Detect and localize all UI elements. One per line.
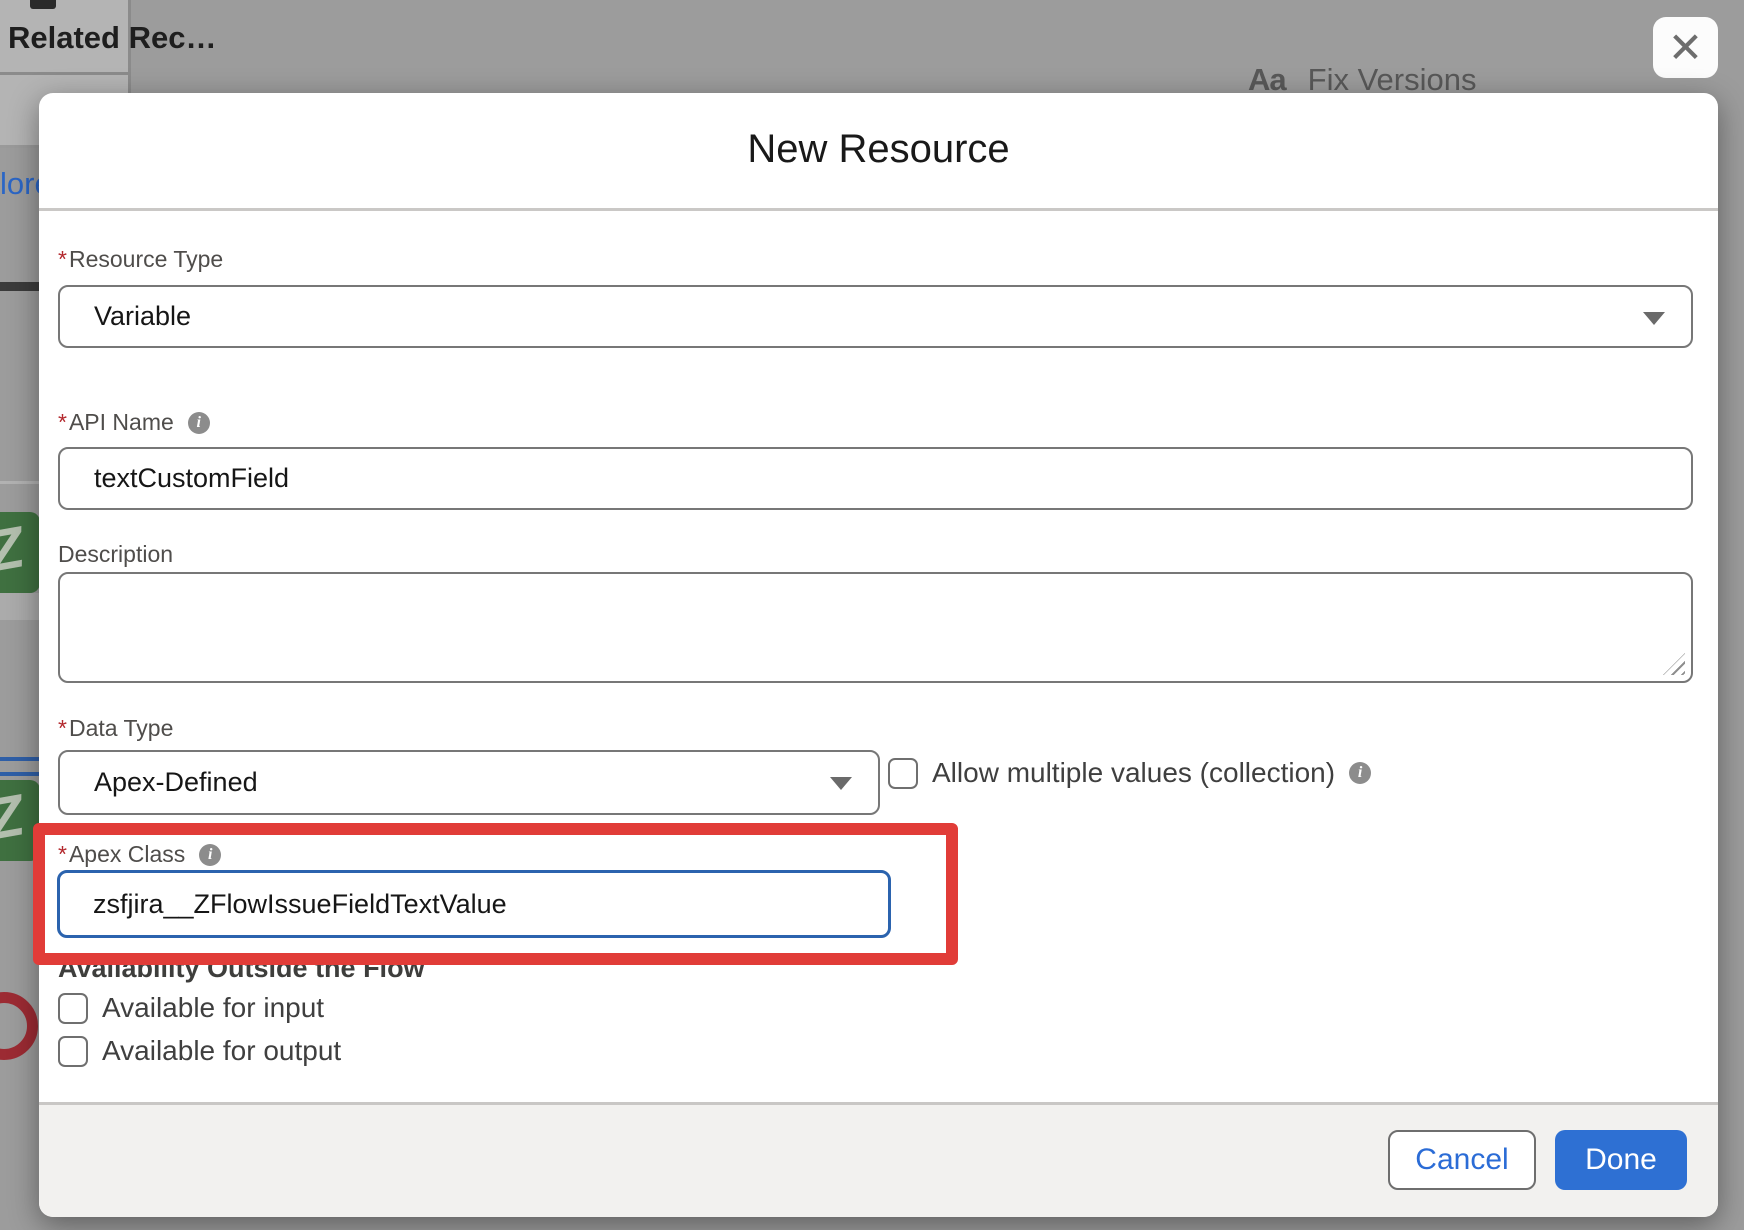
available-for-input-label: Available for input xyxy=(102,992,324,1024)
allow-multiple-label: Allow multiple values (collection) xyxy=(932,757,1335,789)
screen: Related Rec… lore Z Z Aa Fix Versions ✕ … xyxy=(0,0,1744,1230)
info-icon[interactable]: i xyxy=(1349,762,1371,784)
resource-type-value: Variable xyxy=(94,287,191,346)
divider xyxy=(0,481,40,484)
background-tab-underline xyxy=(0,282,42,291)
availability-heading: Availability Outside the Flow xyxy=(58,953,425,984)
green-z-logo-icon: Z xyxy=(0,780,40,861)
apex-class-input[interactable] xyxy=(57,870,891,938)
available-input-row: Available for input xyxy=(58,992,324,1024)
resource-type-label: *Resource Type xyxy=(58,246,223,273)
background-row xyxy=(0,593,40,620)
background-text-fragment xyxy=(30,0,56,9)
info-icon[interactable]: i xyxy=(188,412,210,434)
cancel-button[interactable]: Cancel xyxy=(1388,1130,1536,1190)
allow-multiple-checkbox[interactable] xyxy=(888,758,918,789)
api-name-label: *API Name i xyxy=(58,409,210,436)
data-type-value: Apex-Defined xyxy=(94,752,258,813)
api-name-input[interactable] xyxy=(58,447,1693,510)
close-button[interactable]: ✕ xyxy=(1653,17,1718,78)
description-textarea[interactable] xyxy=(58,572,1693,683)
tab-related-records: Related Rec… xyxy=(8,20,216,56)
divider xyxy=(0,72,128,75)
required-asterisk: * xyxy=(58,246,67,272)
green-z-logo-icon: Z xyxy=(0,512,40,593)
apex-class-label: *Apex Class i xyxy=(58,841,221,868)
required-asterisk: * xyxy=(58,409,67,435)
close-icon: ✕ xyxy=(1668,23,1703,72)
available-for-output-label: Available for output xyxy=(102,1035,341,1067)
background-selection-line xyxy=(0,772,40,776)
chevron-down-icon xyxy=(1643,312,1665,325)
resource-type-select[interactable]: Variable xyxy=(58,285,1693,348)
required-asterisk: * xyxy=(58,715,67,741)
available-for-input-checkbox[interactable] xyxy=(58,993,88,1024)
data-type-select[interactable]: Apex-Defined xyxy=(58,750,880,815)
page-title: New Resource xyxy=(39,93,1718,205)
data-type-label: *Data Type xyxy=(58,715,173,742)
red-circle-icon xyxy=(0,992,38,1060)
dialog-header: New Resource xyxy=(39,93,1718,211)
info-icon[interactable]: i xyxy=(199,844,221,866)
new-resource-dialog: New Resource *Resource Type Variable *AP… xyxy=(39,93,1718,1217)
allow-multiple-row: Allow multiple values (collection) i xyxy=(888,757,1371,789)
done-button[interactable]: Done xyxy=(1555,1130,1687,1190)
chevron-down-icon xyxy=(830,777,852,790)
required-asterisk: * xyxy=(58,841,67,867)
dialog-footer: Cancel Done xyxy=(39,1102,1718,1217)
available-output-row: Available for output xyxy=(58,1035,341,1067)
available-for-output-checkbox[interactable] xyxy=(58,1036,88,1067)
description-label: Description xyxy=(58,541,173,568)
background-selection-line xyxy=(0,757,40,761)
